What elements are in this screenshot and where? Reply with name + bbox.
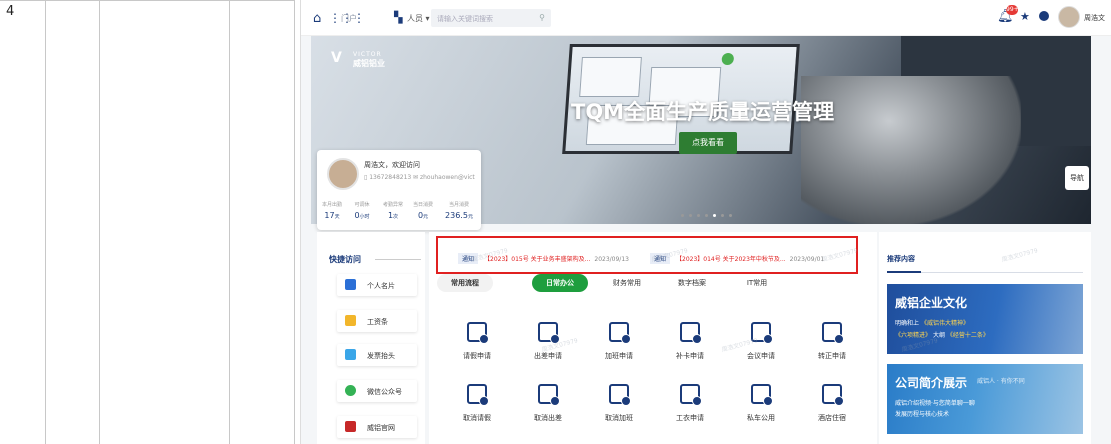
main-content: 通知 【2023】015号 关于业务丰盛架构及... 2023/09/13 通知 【2… xyxy=(429,232,877,444)
app-leave-request[interactable]: 请假申请 xyxy=(449,322,505,361)
cancel-document-icon xyxy=(467,384,489,406)
app-cancel-overtime[interactable]: 取消加班 xyxy=(591,384,647,423)
quick-item-website[interactable]: 威铝官网 xyxy=(337,416,417,438)
app-card-supplement[interactable]: 补卡申请 xyxy=(662,322,718,361)
home-icon[interactable]: ⌂ xyxy=(313,11,321,26)
stat-leave-hours: 可调休 0小时 xyxy=(354,202,370,220)
chat-icon[interactable] xyxy=(1039,11,1049,21)
app-cancel-leave[interactable]: 取消请假 xyxy=(449,384,505,423)
document-icon xyxy=(822,322,844,344)
search-placeholder: 请输入关键词搜索 xyxy=(437,15,493,23)
recommend-title[interactable]: 推荐内容 xyxy=(887,254,915,264)
quick-item-invoice-title[interactable]: 发票抬头 xyxy=(337,344,417,366)
stat-daily-spend: 当日消费 0元 xyxy=(412,202,433,220)
quick-item-business-card[interactable]: 个人名片 xyxy=(337,274,417,296)
carousel-dot xyxy=(689,214,692,217)
app-hotel[interactable]: 酒店住宿 xyxy=(804,384,860,423)
shirt-icon xyxy=(680,384,702,406)
email-address: ✉ zhouhaowen@vict xyxy=(413,174,475,181)
cancel-document-icon xyxy=(609,384,631,406)
portal-label[interactable]: 门户 xyxy=(341,13,357,24)
carousel-dot xyxy=(713,214,716,217)
tab-daily-office[interactable]: 日常办公 xyxy=(532,274,588,292)
stat-attendance: 本月出勤 17天 xyxy=(321,202,342,220)
search-icon[interactable]: ⚲ xyxy=(539,13,545,22)
quick-access-title: 快捷访问 xyxy=(329,255,361,264)
logo-chinese: 威铝铝业 xyxy=(353,59,385,68)
tab-finance[interactable]: 财务常用 xyxy=(605,274,649,292)
hero-title: TQM全面生产质量运营管理 xyxy=(571,100,835,124)
sheet-row-header: 4 xyxy=(0,0,46,444)
search-input[interactable]: 请输入关键词搜索 ⚲ xyxy=(431,9,551,27)
stat-exceptions: 考勤异常 1次 xyxy=(382,202,403,220)
carousel-indicators[interactable] xyxy=(681,202,737,221)
sheet-cell[interactable] xyxy=(46,0,100,444)
calendar-icon xyxy=(680,322,702,344)
carousel-dot xyxy=(705,214,708,217)
portal-topbar: ⌂ ⋮⋮⋮ 门户 ▚ 人员 ▾ 请输入关键词搜索 ⚲ 🔔︎ 99+ ★ 周浩文 xyxy=(301,0,1111,36)
victor-logo-icon xyxy=(345,421,356,432)
row-number: 4 xyxy=(6,4,15,19)
star-icon[interactable]: ★ xyxy=(1020,10,1030,23)
quick-item-payslip[interactable]: 工资条 xyxy=(337,310,417,332)
user-profile-card: 周浩文，欢迎访问 ▯ 13672848213 ✉ zhouhaowen@vict… xyxy=(317,150,481,230)
car-icon xyxy=(751,384,773,406)
quick-item-wechat[interactable]: 微信公众号 xyxy=(337,380,417,402)
quick-access-panel: 快捷访问 个人名片 工资条 发票抬头 微信公众号 威铝官网 xyxy=(317,232,425,444)
hero-cta-button[interactable]: 点我看看 xyxy=(679,132,737,154)
people-icon: ▚ xyxy=(394,11,403,24)
nav-button[interactable]: 导航 xyxy=(1065,166,1089,190)
payslip-icon xyxy=(345,315,356,326)
sheet-cell[interactable] xyxy=(100,0,230,444)
hotel-icon xyxy=(822,384,844,406)
leave-icon xyxy=(467,322,489,344)
stat-monthly-spend: 当月消费 236.5元 xyxy=(445,202,473,220)
avatar[interactable] xyxy=(1058,6,1080,28)
username-menu[interactable]: 周浩文 xyxy=(1084,13,1105,23)
search-scope-select[interactable]: 人员 ▾ xyxy=(407,13,430,24)
business-card-icon xyxy=(345,279,356,290)
tab-common-process[interactable]: 常用流程 xyxy=(437,274,493,292)
cancel-document-icon xyxy=(538,384,560,406)
document-icon xyxy=(609,322,631,344)
invoice-icon xyxy=(345,349,356,360)
app-overtime[interactable]: 加班申请 xyxy=(591,322,647,361)
divider xyxy=(375,259,421,260)
screen: 4 ⌂ ⋮⋮⋮ 门户 ▚ 人员 ▾ 请输入关键词搜索 ⚲ 🔔︎ 99+ ★ 周浩… xyxy=(0,0,1111,444)
carousel-dot xyxy=(681,214,684,217)
company-intro-card[interactable]: 公司简介展示 威铝人 · 有你不同 威铝介绍视频·与您简单聊一聊 发展历程与核心… xyxy=(887,364,1083,434)
carousel-dot xyxy=(697,214,700,217)
portal-screenshot: ⌂ ⋮⋮⋮ 门户 ▚ 人员 ▾ 请输入关键词搜索 ⚲ 🔔︎ 99+ ★ 周浩文 xyxy=(300,0,1111,444)
tab-digital-archive[interactable]: 数字档案 xyxy=(670,274,714,292)
app-cancel-trip[interactable]: 取消出差 xyxy=(520,384,576,423)
avatar xyxy=(327,158,359,190)
tab-it[interactable]: IT常用 xyxy=(737,274,777,292)
tab-indicator xyxy=(887,271,921,273)
carousel-dot xyxy=(729,214,732,217)
wechat-icon xyxy=(345,385,356,396)
recommend-panel: 推荐内容 威铝企业文化 明确和上 《威铝伟大精神》 《六项精进》 大纲 《经营十… xyxy=(879,232,1091,444)
sheet-cell[interactable] xyxy=(230,0,295,444)
carousel-dot xyxy=(721,214,724,217)
welcome-text: 周浩文，欢迎访问 xyxy=(364,161,420,169)
notification-badge: 99+ xyxy=(1006,5,1019,15)
victor-logo-icon: V xyxy=(331,50,342,66)
logo-english: VICTOR xyxy=(353,51,382,58)
app-regularization[interactable]: 转正申请 xyxy=(804,322,860,361)
calendar-icon xyxy=(538,322,560,344)
app-uniform[interactable]: 工衣申请 xyxy=(662,384,718,423)
phone-number: ▯ 13672848213 xyxy=(364,174,412,181)
app-private-car[interactable]: 私车公用 xyxy=(733,384,789,423)
